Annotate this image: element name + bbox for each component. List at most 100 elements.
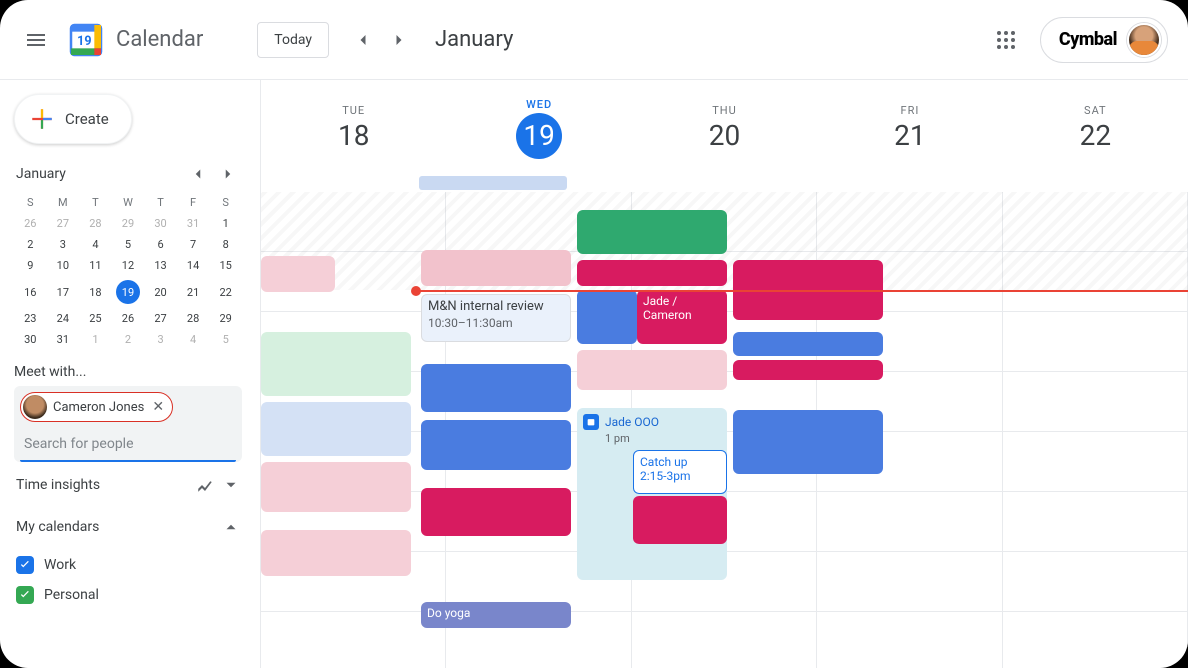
calendar-item-label: Personal [44, 587, 99, 603]
minical-day[interactable]: 20 [144, 276, 177, 308]
minical-day[interactable]: 26 [112, 308, 145, 329]
people-chip[interactable]: Cameron Jones ✕ [20, 392, 173, 422]
chevron-down-icon [222, 476, 240, 494]
minical-day[interactable]: 25 [79, 308, 112, 329]
calendar-item-personal[interactable]: Personal [14, 580, 242, 610]
minical-day[interactable]: 5 [112, 234, 145, 255]
minical-day[interactable]: 28 [177, 308, 210, 329]
event-block[interactable] [261, 530, 411, 576]
main-menu-button[interactable] [12, 16, 60, 64]
minical-day[interactable]: 1 [209, 213, 242, 234]
event-block[interactable] [421, 488, 571, 536]
event-block[interactable] [577, 350, 727, 390]
mini-calendar[interactable]: SMTWTFS 26272829303112345678910111213141… [14, 192, 242, 350]
minical-day[interactable]: 2 [112, 329, 145, 350]
event-block[interactable] [577, 210, 727, 254]
event-block[interactable] [633, 496, 727, 544]
event-block[interactable] [421, 420, 571, 470]
create-button[interactable]: Create [14, 94, 132, 144]
prev-period-button[interactable] [345, 22, 381, 58]
time-insights-header[interactable]: Time insights [14, 462, 242, 504]
minical-day[interactable]: 6 [144, 234, 177, 255]
user-avatar[interactable] [1127, 23, 1161, 57]
minical-day[interactable]: 27 [144, 308, 177, 329]
google-apps-button[interactable] [986, 20, 1026, 60]
app-title: Calendar [116, 27, 203, 52]
day-column-header[interactable]: FRI21 [817, 80, 1002, 176]
minical-day[interactable]: 29 [209, 308, 242, 329]
event-block[interactable] [261, 256, 335, 292]
chevron-right-icon [219, 165, 237, 183]
minical-day[interactable]: 30 [144, 213, 177, 234]
minical-day[interactable]: 5 [209, 329, 242, 350]
event-block[interactable] [577, 290, 637, 344]
minical-prev[interactable] [186, 162, 210, 186]
minical-day[interactable]: 27 [47, 213, 80, 234]
event-do-yoga[interactable]: Do yoga [421, 602, 571, 628]
event-block[interactable] [261, 402, 411, 456]
minical-day[interactable]: 7 [177, 234, 210, 255]
minical-day[interactable]: 22 [209, 276, 242, 308]
minical-day[interactable]: 31 [47, 329, 80, 350]
event-suggestion[interactable]: M&N internal review 10:30–11:30am [421, 294, 571, 342]
minical-day[interactable]: 23 [14, 308, 47, 329]
day-column-header[interactable]: TUE18 [261, 80, 446, 176]
event-block[interactable] [261, 462, 411, 512]
chip-remove[interactable]: ✕ [150, 399, 166, 415]
event-block[interactable] [733, 332, 883, 356]
event-block[interactable] [577, 260, 727, 286]
minical-day[interactable]: 28 [79, 213, 112, 234]
event-title: M&N internal review [428, 299, 564, 314]
hamburger-icon [24, 28, 48, 52]
event-block[interactable] [733, 360, 883, 380]
checkbox-work[interactable] [16, 556, 34, 574]
day-column-header[interactable]: WED19 [446, 80, 631, 176]
minical-day[interactable]: 29 [112, 213, 145, 234]
event-catch-up[interactable]: Catch up 2:15-3pm [633, 450, 727, 494]
minical-day[interactable]: 31 [177, 213, 210, 234]
chevron-right-icon [389, 30, 409, 50]
day-column-header[interactable]: SAT22 [1003, 80, 1188, 176]
event-block[interactable] [421, 364, 571, 412]
minical-dow: M [47, 192, 80, 213]
minical-day[interactable]: 24 [47, 308, 80, 329]
minical-day[interactable]: 19 [112, 276, 145, 308]
minical-day[interactable]: 3 [144, 329, 177, 350]
minical-day[interactable]: 13 [144, 255, 177, 276]
minical-day[interactable]: 10 [47, 255, 80, 276]
day-of-week: WED [526, 98, 552, 111]
checkbox-personal[interactable] [16, 586, 34, 604]
minical-day[interactable]: 17 [47, 276, 80, 308]
minical-day[interactable]: 8 [209, 234, 242, 255]
minical-day[interactable]: 15 [209, 255, 242, 276]
minical-day[interactable]: 4 [177, 329, 210, 350]
minical-day[interactable]: 21 [177, 276, 210, 308]
minical-day[interactable]: 26 [14, 213, 47, 234]
event-block[interactable] [733, 410, 883, 474]
minical-day[interactable]: 16 [14, 276, 47, 308]
minical-day[interactable]: 11 [79, 255, 112, 276]
event-jade-cameron[interactable]: Jade / Cameron [637, 290, 727, 344]
event-jade-ooo[interactable]: Jade OOO 1 pm [577, 408, 727, 580]
minical-day[interactable]: 12 [112, 255, 145, 276]
minical-day[interactable]: 30 [14, 329, 47, 350]
minical-day[interactable]: 2 [14, 234, 47, 255]
event-block[interactable] [261, 332, 411, 396]
minical-day[interactable]: 1 [79, 329, 112, 350]
calendar-item-work[interactable]: Work [14, 550, 242, 580]
minical-next[interactable] [216, 162, 240, 186]
account-switcher[interactable]: Cymbal [1040, 17, 1168, 63]
event-block[interactable] [421, 250, 571, 286]
minical-day[interactable]: 3 [47, 234, 80, 255]
minical-day[interactable]: 18 [79, 276, 112, 308]
my-calendars-header[interactable]: My calendars [14, 504, 242, 546]
today-button[interactable]: Today [257, 22, 329, 58]
allday-event[interactable] [419, 176, 567, 190]
day-column-header[interactable]: THU20 [632, 80, 817, 176]
minical-day[interactable]: 9 [14, 255, 47, 276]
search-people-input[interactable] [20, 428, 236, 462]
minical-day[interactable]: 14 [177, 255, 210, 276]
event-time: 1 pm [605, 432, 721, 445]
next-period-button[interactable] [381, 22, 417, 58]
minical-day[interactable]: 4 [79, 234, 112, 255]
